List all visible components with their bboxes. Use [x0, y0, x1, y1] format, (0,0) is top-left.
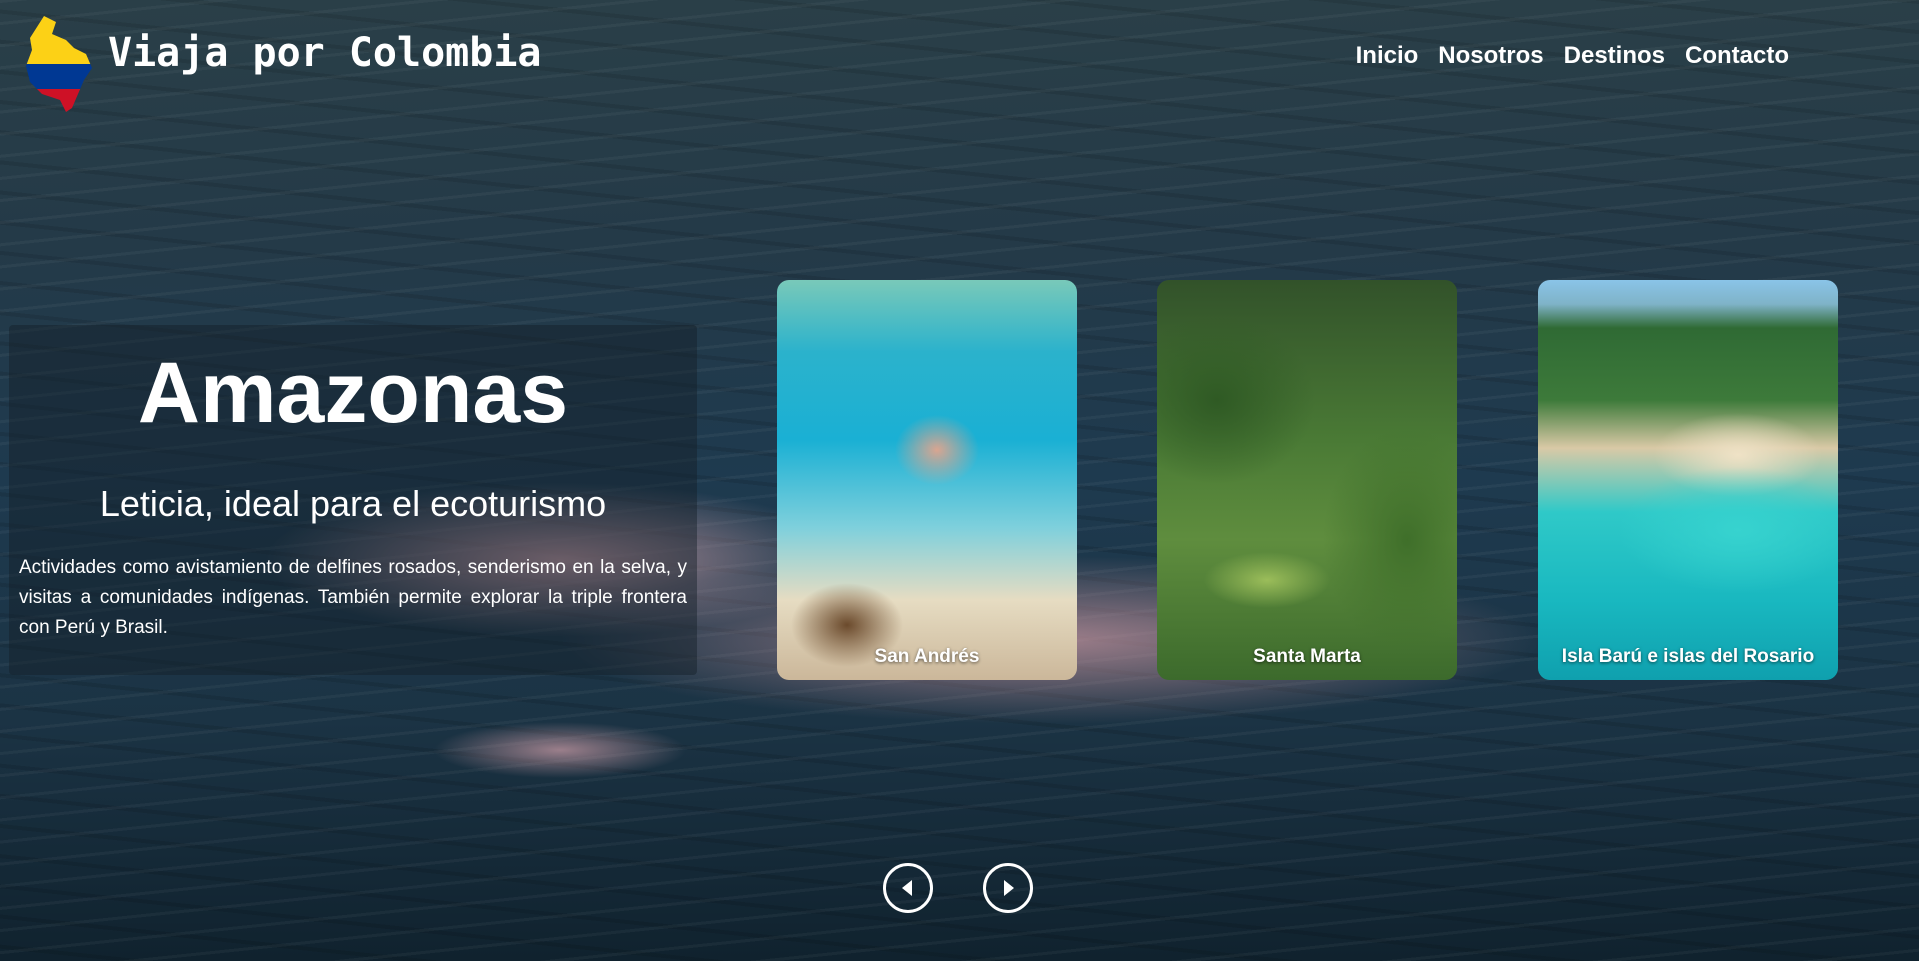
main-nav: Inicio Nosotros Destinos Contacto: [1356, 42, 1789, 70]
nav-nosotros[interactable]: Nosotros: [1438, 42, 1543, 70]
isla-baru-image: [1538, 280, 1838, 680]
prev-button[interactable]: [883, 863, 933, 913]
featured-title: Amazonas: [137, 345, 569, 441]
site-title: Viaja por Colombia: [108, 30, 542, 76]
san-andres-image: [777, 280, 1077, 680]
card-label: Santa Marta: [1253, 646, 1361, 667]
featured-subtitle: Leticia, ideal para el ecoturismo: [99, 483, 607, 524]
colombia-map-logo: [26, 16, 92, 112]
caret-left-icon: [902, 880, 912, 896]
nav-destinos[interactable]: Destinos: [1564, 42, 1665, 70]
next-button[interactable]: [983, 863, 1033, 913]
card-label: San Andrés: [874, 646, 980, 667]
santa-marta-image: [1157, 280, 1457, 680]
featured-destination-panel: Amazonas Leticia, ideal para el ecoturis…: [9, 325, 697, 675]
nav-inicio[interactable]: Inicio: [1356, 42, 1419, 70]
destination-card-san-andres[interactable]: San Andrés: [777, 280, 1077, 680]
featured-description: Actividades como avistamiento de delfine…: [19, 557, 687, 638]
destination-card-santa-marta[interactable]: Santa Marta: [1157, 280, 1457, 680]
caret-right-icon: [1004, 880, 1014, 896]
destination-card-isla-baru[interactable]: Isla Barú e islas del Rosario: [1538, 280, 1838, 680]
card-label: Isla Barú e islas del Rosario: [1561, 646, 1815, 667]
nav-contacto[interactable]: Contacto: [1685, 42, 1789, 70]
